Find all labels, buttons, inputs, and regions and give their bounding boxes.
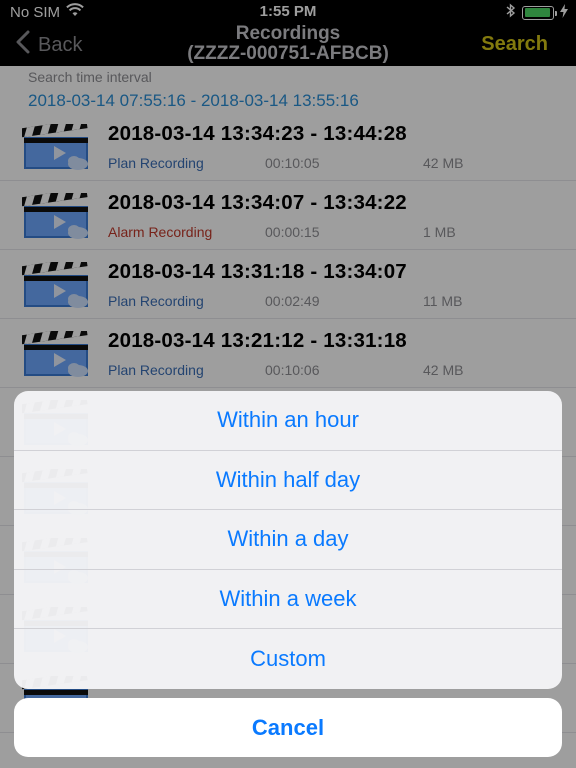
option-within-half-day[interactable]: Within half day [14,451,562,511]
time-range-action-sheet: Within an hour Within half day Within a … [14,391,562,689]
option-within-a-day[interactable]: Within a day [14,510,562,570]
option-within-a-week[interactable]: Within a week [14,570,562,630]
cancel-button[interactable]: Cancel [14,698,562,757]
option-within-an-hour[interactable]: Within an hour [14,391,562,451]
option-custom[interactable]: Custom [14,629,562,689]
